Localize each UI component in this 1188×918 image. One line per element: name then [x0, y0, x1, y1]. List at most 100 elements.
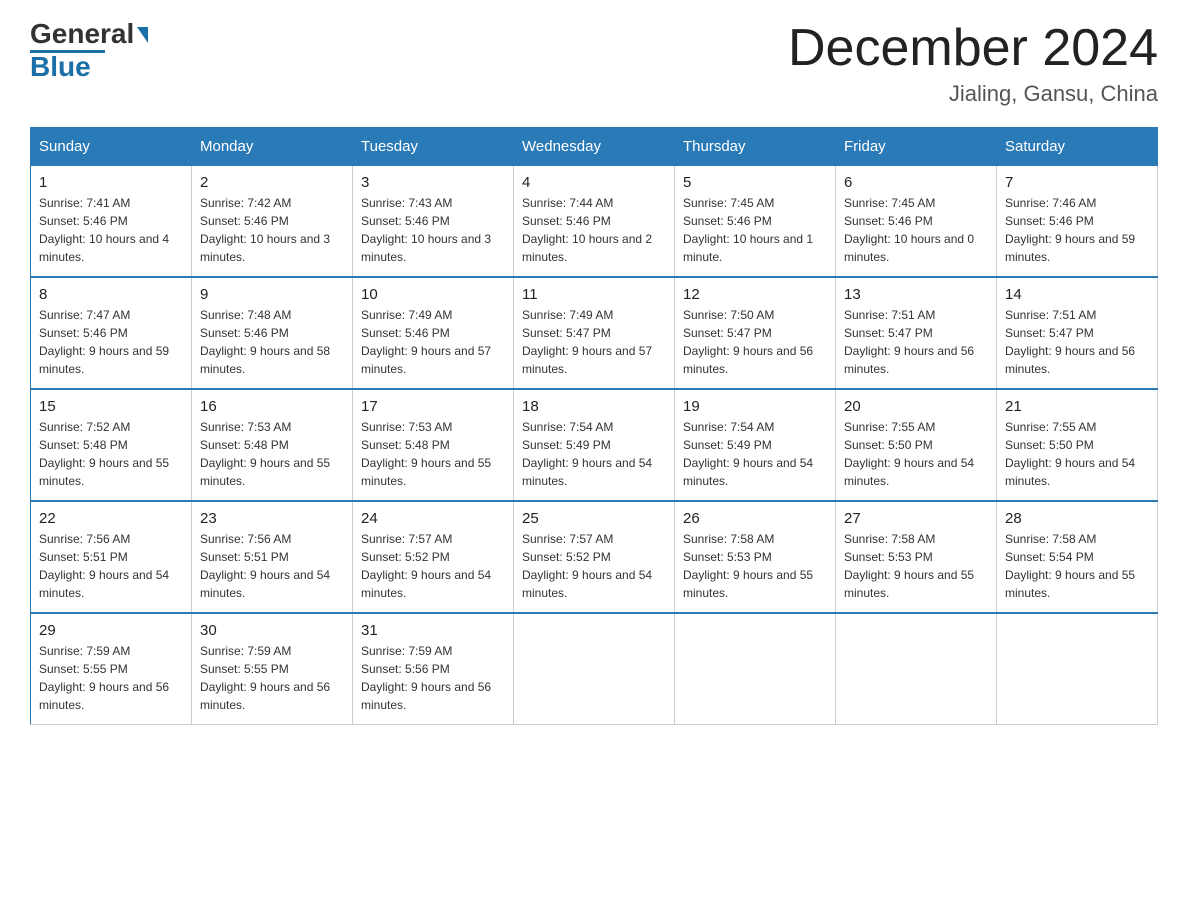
table-row: 1 Sunrise: 7:41 AM Sunset: 5:46 PM Dayli… — [31, 166, 192, 278]
daylight-label: Daylight: 9 hours and 56 minutes. — [683, 344, 813, 376]
day-info: Sunrise: 7:44 AM Sunset: 5:46 PM Dayligh… — [522, 194, 666, 266]
day-info: Sunrise: 7:41 AM Sunset: 5:46 PM Dayligh… — [39, 194, 183, 266]
day-info: Sunrise: 7:49 AM Sunset: 5:47 PM Dayligh… — [522, 306, 666, 378]
day-number: 26 — [683, 510, 827, 527]
table-row: 29 Sunrise: 7:59 AM Sunset: 5:55 PM Dayl… — [31, 613, 192, 725]
sunset-label: Sunset: 5:46 PM — [522, 214, 611, 228]
daylight-label: Daylight: 9 hours and 54 minutes. — [1005, 456, 1135, 488]
sunrise-label: Sunrise: 7:58 AM — [844, 532, 935, 546]
day-number: 16 — [200, 398, 344, 415]
table-row: 18 Sunrise: 7:54 AM Sunset: 5:49 PM Dayl… — [514, 389, 675, 501]
header-thursday: Thursday — [675, 128, 836, 166]
page-header: General Blue December 2024 Jialing, Gans… — [30, 20, 1158, 107]
daylight-label: Daylight: 9 hours and 59 minutes. — [39, 344, 169, 376]
sunset-label: Sunset: 5:47 PM — [522, 326, 611, 340]
day-info: Sunrise: 7:48 AM Sunset: 5:46 PM Dayligh… — [200, 306, 344, 378]
logo-triangle-icon — [137, 27, 148, 43]
sunset-label: Sunset: 5:55 PM — [200, 662, 289, 676]
sunrise-label: Sunrise: 7:49 AM — [361, 308, 452, 322]
day-info: Sunrise: 7:58 AM Sunset: 5:53 PM Dayligh… — [683, 530, 827, 602]
day-number: 8 — [39, 286, 183, 303]
day-info: Sunrise: 7:52 AM Sunset: 5:48 PM Dayligh… — [39, 418, 183, 490]
sunrise-label: Sunrise: 7:51 AM — [844, 308, 935, 322]
daylight-label: Daylight: 9 hours and 56 minutes. — [200, 680, 330, 712]
sunset-label: Sunset: 5:46 PM — [39, 326, 128, 340]
sunrise-label: Sunrise: 7:54 AM — [522, 420, 613, 434]
sunrise-label: Sunrise: 7:54 AM — [683, 420, 774, 434]
table-row: 24 Sunrise: 7:57 AM Sunset: 5:52 PM Dayl… — [353, 501, 514, 613]
table-row: 27 Sunrise: 7:58 AM Sunset: 5:53 PM Dayl… — [836, 501, 997, 613]
header-friday: Friday — [836, 128, 997, 166]
day-number: 12 — [683, 286, 827, 303]
table-row: 12 Sunrise: 7:50 AM Sunset: 5:47 PM Dayl… — [675, 277, 836, 389]
sunrise-label: Sunrise: 7:57 AM — [522, 532, 613, 546]
table-row: 6 Sunrise: 7:45 AM Sunset: 5:46 PM Dayli… — [836, 166, 997, 278]
day-info: Sunrise: 7:53 AM Sunset: 5:48 PM Dayligh… — [361, 418, 505, 490]
day-info: Sunrise: 7:56 AM Sunset: 5:51 PM Dayligh… — [200, 530, 344, 602]
sunrise-label: Sunrise: 7:58 AM — [1005, 532, 1096, 546]
sunset-label: Sunset: 5:50 PM — [844, 438, 933, 452]
daylight-label: Daylight: 9 hours and 55 minutes. — [683, 568, 813, 600]
day-number: 21 — [1005, 398, 1149, 415]
table-row: 8 Sunrise: 7:47 AM Sunset: 5:46 PM Dayli… — [31, 277, 192, 389]
sunset-label: Sunset: 5:47 PM — [683, 326, 772, 340]
sunset-label: Sunset: 5:46 PM — [844, 214, 933, 228]
calendar-week-row: 1 Sunrise: 7:41 AM Sunset: 5:46 PM Dayli… — [31, 166, 1158, 278]
sunset-label: Sunset: 5:46 PM — [361, 326, 450, 340]
calendar-table: Sunday Monday Tuesday Wednesday Thursday… — [30, 127, 1158, 725]
table-row: 3 Sunrise: 7:43 AM Sunset: 5:46 PM Dayli… — [353, 166, 514, 278]
day-number: 13 — [844, 286, 988, 303]
logo: General Blue — [30, 20, 148, 81]
day-number: 24 — [361, 510, 505, 527]
sunrise-label: Sunrise: 7:46 AM — [1005, 196, 1096, 210]
table-row — [514, 613, 675, 725]
day-info: Sunrise: 7:55 AM Sunset: 5:50 PM Dayligh… — [1005, 418, 1149, 490]
table-row: 2 Sunrise: 7:42 AM Sunset: 5:46 PM Dayli… — [192, 166, 353, 278]
daylight-label: Daylight: 9 hours and 54 minutes. — [39, 568, 169, 600]
table-row: 5 Sunrise: 7:45 AM Sunset: 5:46 PM Dayli… — [675, 166, 836, 278]
header-saturday: Saturday — [997, 128, 1158, 166]
daylight-label: Daylight: 10 hours and 3 minutes. — [361, 232, 491, 264]
day-number: 15 — [39, 398, 183, 415]
day-info: Sunrise: 7:45 AM Sunset: 5:46 PM Dayligh… — [844, 194, 988, 266]
day-number: 4 — [522, 174, 666, 191]
day-info: Sunrise: 7:42 AM Sunset: 5:46 PM Dayligh… — [200, 194, 344, 266]
day-number: 6 — [844, 174, 988, 191]
sunrise-label: Sunrise: 7:59 AM — [361, 644, 452, 658]
sunset-label: Sunset: 5:56 PM — [361, 662, 450, 676]
table-row: 31 Sunrise: 7:59 AM Sunset: 5:56 PM Dayl… — [353, 613, 514, 725]
sunrise-label: Sunrise: 7:59 AM — [200, 644, 291, 658]
day-info: Sunrise: 7:59 AM Sunset: 5:56 PM Dayligh… — [361, 642, 505, 714]
table-row: 26 Sunrise: 7:58 AM Sunset: 5:53 PM Dayl… — [675, 501, 836, 613]
day-number: 23 — [200, 510, 344, 527]
day-number: 17 — [361, 398, 505, 415]
sunrise-label: Sunrise: 7:52 AM — [39, 420, 130, 434]
daylight-label: Daylight: 9 hours and 55 minutes. — [200, 456, 330, 488]
table-row: 30 Sunrise: 7:59 AM Sunset: 5:55 PM Dayl… — [192, 613, 353, 725]
daylight-label: Daylight: 9 hours and 54 minutes. — [522, 456, 652, 488]
day-number: 7 — [1005, 174, 1149, 191]
sunset-label: Sunset: 5:54 PM — [1005, 550, 1094, 564]
daylight-label: Daylight: 9 hours and 54 minutes. — [844, 456, 974, 488]
day-info: Sunrise: 7:46 AM Sunset: 5:46 PM Dayligh… — [1005, 194, 1149, 266]
day-info: Sunrise: 7:51 AM Sunset: 5:47 PM Dayligh… — [1005, 306, 1149, 378]
daylight-label: Daylight: 9 hours and 54 minutes. — [361, 568, 491, 600]
daylight-label: Daylight: 9 hours and 55 minutes. — [844, 568, 974, 600]
table-row: 14 Sunrise: 7:51 AM Sunset: 5:47 PM Dayl… — [997, 277, 1158, 389]
sunset-label: Sunset: 5:47 PM — [844, 326, 933, 340]
day-info: Sunrise: 7:58 AM Sunset: 5:54 PM Dayligh… — [1005, 530, 1149, 602]
sunrise-label: Sunrise: 7:45 AM — [683, 196, 774, 210]
day-number: 3 — [361, 174, 505, 191]
table-row: 4 Sunrise: 7:44 AM Sunset: 5:46 PM Dayli… — [514, 166, 675, 278]
table-row: 13 Sunrise: 7:51 AM Sunset: 5:47 PM Dayl… — [836, 277, 997, 389]
day-info: Sunrise: 7:49 AM Sunset: 5:46 PM Dayligh… — [361, 306, 505, 378]
day-info: Sunrise: 7:59 AM Sunset: 5:55 PM Dayligh… — [39, 642, 183, 714]
day-info: Sunrise: 7:55 AM Sunset: 5:50 PM Dayligh… — [844, 418, 988, 490]
sunset-label: Sunset: 5:48 PM — [39, 438, 128, 452]
day-info: Sunrise: 7:56 AM Sunset: 5:51 PM Dayligh… — [39, 530, 183, 602]
sunrise-label: Sunrise: 7:43 AM — [361, 196, 452, 210]
sunrise-label: Sunrise: 7:59 AM — [39, 644, 130, 658]
table-row: 25 Sunrise: 7:57 AM Sunset: 5:52 PM Dayl… — [514, 501, 675, 613]
day-number: 2 — [200, 174, 344, 191]
location: Jialing, Gansu, China — [788, 81, 1158, 107]
